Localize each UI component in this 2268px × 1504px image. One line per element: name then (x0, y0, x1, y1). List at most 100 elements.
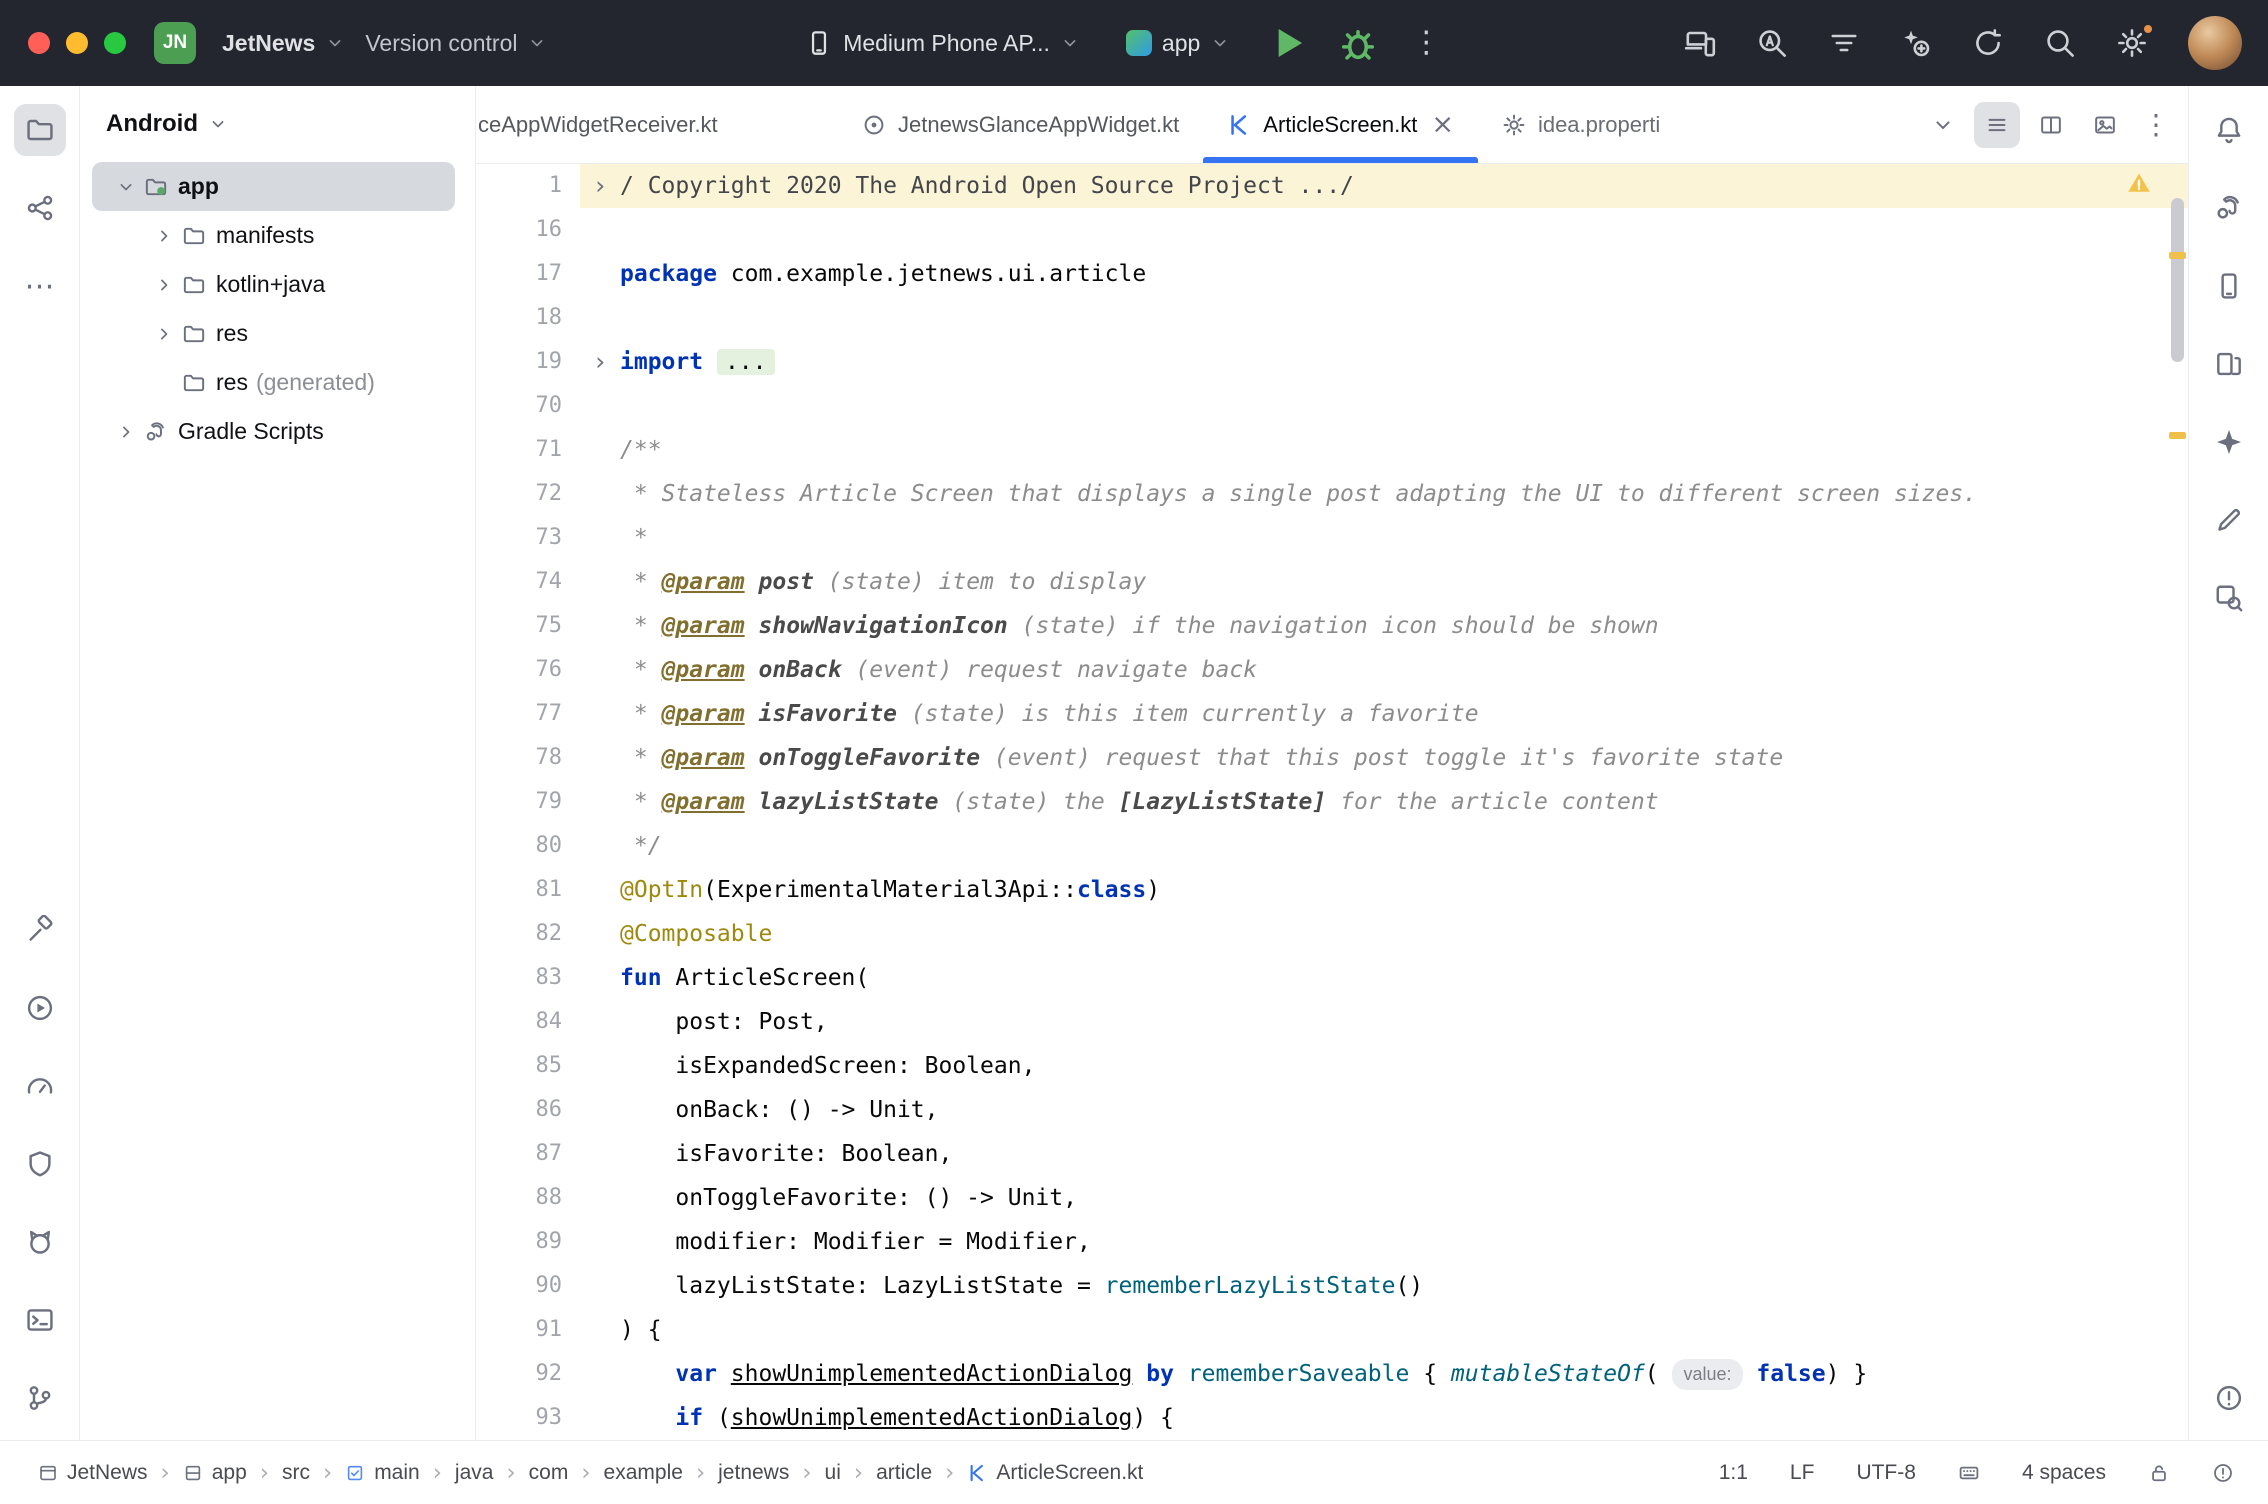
code-line-90[interactable]: 90 lazyListState: LazyListState = rememb… (476, 1264, 2188, 1308)
tab-ceappwidgetreceiver-kt[interactable]: ceAppWidgetReceiver.kt (476, 86, 838, 163)
line-number[interactable]: 85 (476, 1044, 580, 1088)
breadcrumb-item-java[interactable]: java (455, 1461, 494, 1485)
code-line-71[interactable]: 71/** (476, 428, 2188, 472)
breadcrumb-item-article[interactable]: article (876, 1461, 932, 1485)
line-number[interactable]: 91 (476, 1308, 580, 1352)
code-line-82[interactable]: 82@Composable (476, 912, 2188, 956)
gradle-tool-button[interactable] (2203, 182, 2255, 234)
version-control-tool-button[interactable] (14, 1372, 66, 1424)
run-button[interactable] (1266, 21, 1310, 65)
breadcrumb-item-com[interactable]: com (529, 1461, 569, 1485)
chevron-right-icon[interactable] (148, 226, 180, 246)
project-tool-button[interactable] (14, 104, 66, 156)
code-line-86[interactable]: 86 onBack: () -> Unit, (476, 1088, 2188, 1132)
close-window-button[interactable] (28, 32, 50, 54)
problems-indicator-icon[interactable] (2212, 1462, 2234, 1484)
build-tool-button[interactable] (14, 904, 66, 956)
keyboard-icon[interactable] (1958, 1462, 1980, 1484)
device-manager-tool-button[interactable] (2203, 260, 2255, 312)
breadcrumb-item-jetnews[interactable]: JetNews (38, 1461, 148, 1485)
run-tool-button[interactable] (14, 982, 66, 1034)
caret-position-widget[interactable]: 1:1 (1719, 1461, 1748, 1485)
scrollbar-thumb[interactable] (2171, 198, 2184, 362)
code-line-70[interactable]: 70 (476, 384, 2188, 428)
indent-widget[interactable]: 4 spaces (2022, 1461, 2106, 1485)
chevron-right-icon[interactable] (110, 422, 142, 442)
settings-button[interactable] (2116, 27, 2148, 59)
breadcrumb-item-src[interactable]: src (282, 1461, 310, 1485)
code-line-91[interactable]: 91) { (476, 1308, 2188, 1352)
chevron-right-icon[interactable] (148, 324, 180, 344)
search-everywhere-icon[interactable] (2044, 27, 2076, 59)
code-line-84[interactable]: 84 post: Post, (476, 1000, 2188, 1044)
notifications-tool-button[interactable] (2203, 104, 2255, 156)
tree-item-kotlin-java[interactable]: kotlin+java (92, 260, 455, 309)
code-line-16[interactable]: 16 (476, 208, 2188, 252)
line-number[interactable]: 90 (476, 1264, 580, 1308)
tab-articlescreen-kt[interactable]: ArticleScreen.kt× (1203, 86, 1478, 163)
line-number[interactable]: 17 (476, 252, 580, 296)
code-editor[interactable]: 1›/ Copyright 2020 The Android Open Sour… (476, 164, 2188, 1440)
line-number[interactable]: 83 (476, 956, 580, 1000)
code-line-83[interactable]: 83fun ArticleScreen( (476, 956, 2188, 1000)
code-line-92[interactable]: 92 var showUnimplementedActionDialog by … (476, 1352, 2188, 1396)
running-devices-tool-button[interactable] (2203, 338, 2255, 390)
line-number[interactable]: 18 (476, 296, 580, 340)
code-line-74[interactable]: 74 * @param post (state) item to display (476, 560, 2188, 604)
breadcrumb-item-jetnews[interactable]: jetnews (718, 1461, 789, 1485)
fold-arrow-icon[interactable]: › (580, 164, 620, 208)
gemini-icon[interactable] (1900, 27, 1932, 59)
code-line-87[interactable]: 87 isFavorite: Boolean, (476, 1132, 2188, 1176)
breadcrumb-item-articlescreen-kt[interactable]: ArticleScreen.kt (967, 1461, 1143, 1485)
debug-button[interactable] (1336, 21, 1380, 65)
warning-stripe-mark[interactable] (2169, 432, 2186, 439)
problems-tool-button[interactable] (2203, 1372, 2255, 1424)
code-line-88[interactable]: 88 onToggleFavorite: () -> Unit, (476, 1176, 2188, 1220)
code-line-1[interactable]: 1›/ Copyright 2020 The Android Open Sour… (476, 164, 2188, 208)
line-number[interactable]: 72 (476, 472, 580, 516)
line-number[interactable]: 81 (476, 868, 580, 912)
line-number[interactable]: 93 (476, 1396, 580, 1440)
run-configuration-selector[interactable]: app (1116, 22, 1240, 65)
project-view-selector[interactable]: Android (80, 86, 475, 156)
line-number[interactable]: 19 (476, 340, 580, 384)
line-number[interactable]: 71 (476, 428, 580, 472)
line-number[interactable]: 87 (476, 1132, 580, 1176)
structural-search-icon[interactable] (1828, 27, 1860, 59)
device-manager-icon[interactable] (1684, 27, 1716, 59)
code-line-18[interactable]: 18 (476, 296, 2188, 340)
chevron-down-icon[interactable] (110, 177, 142, 197)
hidden-tabs-button[interactable] (1920, 102, 1966, 148)
chevron-right-icon[interactable] (148, 275, 180, 295)
line-number[interactable]: 80 (476, 824, 580, 868)
code-line-76[interactable]: 76 * @param onBack (event) request navig… (476, 648, 2188, 692)
line-number[interactable]: 76 (476, 648, 580, 692)
lock-icon[interactable] (2148, 1462, 2170, 1484)
tree-item-app[interactable]: app (92, 162, 455, 211)
zoom-window-button[interactable] (104, 32, 126, 54)
warning-stripe-mark[interactable] (2169, 252, 2186, 259)
breadcrumb-item-main[interactable]: main (345, 1461, 420, 1485)
code-line-81[interactable]: 81@OptIn(ExperimentalMaterial3Api::class… (476, 868, 2188, 912)
fold-arrow-icon[interactable]: › (580, 340, 620, 384)
app-quality-insights-button[interactable] (14, 1138, 66, 1190)
line-number[interactable]: 73 (476, 516, 580, 560)
code-line-77[interactable]: 77 * @param isFavorite (state) is this i… (476, 692, 2188, 736)
preview-button[interactable] (2082, 102, 2128, 148)
sync-project-icon[interactable] (1972, 27, 2004, 59)
tab-jetnewsglanceappwidget-kt[interactable]: JetnewsGlanceAppWidget.kt (838, 86, 1203, 163)
more-run-actions-icon[interactable]: ⋮ (1406, 28, 1446, 58)
line-number[interactable]: 92 (476, 1352, 580, 1396)
profiler-tool-button[interactable] (14, 1060, 66, 1112)
line-number[interactable]: 86 (476, 1088, 580, 1132)
inspect-code-icon[interactable] (1756, 27, 1788, 59)
line-number[interactable]: 89 (476, 1220, 580, 1264)
tree-item-manifests[interactable]: manifests (92, 211, 455, 260)
line-number[interactable]: 16 (476, 208, 580, 252)
tree-item-res[interactable]: res (92, 309, 455, 358)
close-tab-icon[interactable]: × (1431, 109, 1454, 140)
breadcrumb-item-app[interactable]: app (183, 1461, 247, 1485)
terminal-tool-button[interactable] (14, 1294, 66, 1346)
line-number[interactable]: 75 (476, 604, 580, 648)
line-number[interactable]: 70 (476, 384, 580, 428)
